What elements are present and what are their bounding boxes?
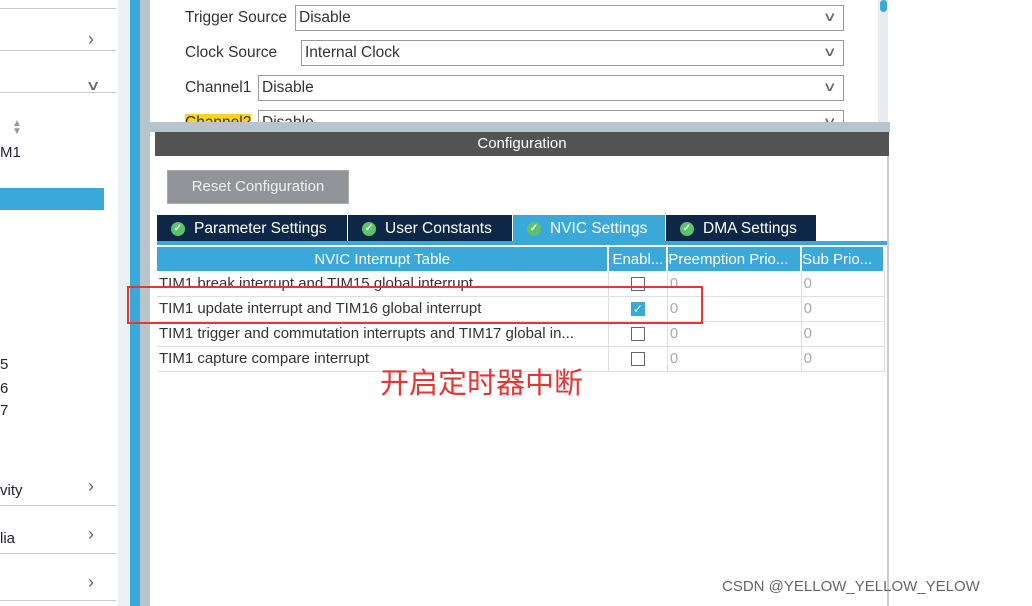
check-circle-icon: ✓ <box>362 221 376 236</box>
enabled-cell <box>608 346 668 372</box>
divider <box>0 50 116 51</box>
tab-label: DMA Settings <box>703 219 797 237</box>
sort-icon[interactable]: ▲ ▼ <box>12 119 22 137</box>
select-value: Internal Clock <box>305 44 400 61</box>
table-row[interactable]: TIM1 trigger and commutation interrupts … <box>157 321 885 347</box>
sidebar-category[interactable]: vity <box>0 482 23 499</box>
highlight-box <box>127 286 703 324</box>
clock-source-label: Clock Source <box>185 44 278 61</box>
column-header-preemption[interactable]: Preemption Prio... <box>667 247 803 271</box>
trigger-source-select[interactable]: Disable ∨ <box>295 5 844 31</box>
chevron-down-icon: ∨ <box>823 114 838 122</box>
configuration-header: Configuration <box>155 132 889 156</box>
reset-configuration-button[interactable]: Reset Configuration <box>167 170 349 204</box>
preemption-priority[interactable]: 0 <box>667 346 802 372</box>
left-sidebar: › ∨ ▲ ▼ M1 5 6 7 vity › lia › › <box>0 0 118 606</box>
trigger-source-row: Trigger Source <box>185 5 290 31</box>
channel1-select[interactable]: Disable ∨ <box>258 75 844 101</box>
channel1-row: Channel1 <box>185 75 254 101</box>
check-circle-icon: ✓ <box>171 221 185 236</box>
tab-label: User Constants <box>385 219 492 237</box>
sidebar-item-selected[interactable] <box>0 188 104 210</box>
tab-label: NVIC Settings <box>550 219 648 237</box>
tab-label: Parameter Settings <box>194 219 327 237</box>
tab-parameter-settings[interactable]: ✓ Parameter Settings <box>157 215 347 242</box>
channel2-row: Channel2 <box>185 110 254 122</box>
chevron-right-icon[interactable]: › <box>88 524 94 545</box>
tab-nvic-settings[interactable]: ✓ NVIC Settings <box>513 215 665 242</box>
channel1-label: Channel1 <box>185 79 252 96</box>
clock-source-row: Clock Source <box>185 40 280 66</box>
chevron-right-icon[interactable]: › <box>88 572 94 593</box>
select-value: Disable <box>299 9 351 26</box>
divider <box>0 553 116 554</box>
sidebar-item[interactable]: 5 <box>0 356 8 373</box>
check-circle-icon: ✓ <box>680 221 694 236</box>
sub-priority[interactable]: 0 <box>801 271 885 297</box>
sub-priority[interactable]: 0 <box>801 346 885 372</box>
divider <box>0 600 116 601</box>
trigger-source-label: Trigger Source <box>185 9 287 26</box>
chevron-right-icon[interactable]: › <box>88 476 94 497</box>
tab-user-constants[interactable]: ✓ User Constants <box>348 215 512 242</box>
column-header-interrupt[interactable]: NVIC Interrupt Table <box>157 247 610 271</box>
divider <box>0 8 116 9</box>
sidebar-item[interactable]: M1 <box>0 144 21 161</box>
check-circle-icon: ✓ <box>527 221 541 236</box>
clock-source-select[interactable]: Internal Clock ∨ <box>301 40 844 66</box>
tab-dma-settings[interactable]: ✓ DMA Settings <box>666 215 816 242</box>
sidebar-category[interactable]: lia <box>0 530 15 547</box>
channel2-select[interactable]: Disable ∨ <box>258 110 844 122</box>
chevron-down-icon: ∨ <box>823 79 838 94</box>
chevron-down-icon: ∨ <box>823 44 838 59</box>
chevron-right-icon[interactable]: › <box>88 29 94 50</box>
mode-panel: Trigger Source Disable ∨ Clock Source Int… <box>150 0 890 122</box>
enabled-cell <box>608 321 668 347</box>
panel-separator[interactable] <box>150 122 890 132</box>
scrollbar-thumb[interactable] <box>880 0 887 12</box>
sub-priority[interactable]: 0 <box>801 296 885 322</box>
sidebar-item[interactable]: 6 <box>0 380 8 397</box>
column-header-sub-priority[interactable]: Sub Prio... <box>801 247 885 271</box>
interrupt-name: TIM1 trigger and commutation interrupts … <box>157 321 609 347</box>
annotation-text: 开启定时器中断 <box>380 366 584 400</box>
enabled-checkbox[interactable] <box>630 327 645 342</box>
select-value: Disable <box>262 114 314 122</box>
column-header-enabled[interactable]: Enabl... <box>608 247 669 271</box>
enabled-checkbox[interactable] <box>630 352 645 367</box>
watermark: CSDN @YELLOW_YELLOW_YELOW <box>722 578 980 595</box>
divider <box>0 505 116 506</box>
divider <box>0 92 116 93</box>
channel2-label: Channel2 <box>185 114 252 122</box>
preemption-priority[interactable]: 0 <box>667 321 802 347</box>
tab-underline <box>157 241 887 245</box>
select-value: Disable <box>262 79 314 96</box>
config-tabs: ✓ Parameter Settings ✓ User Constants ✓ NVI… <box>157 215 817 242</box>
chevron-down-icon: ∨ <box>823 9 838 24</box>
vertical-scrollbar[interactable] <box>878 0 888 122</box>
sub-priority[interactable]: 0 <box>801 321 885 347</box>
sidebar-item[interactable]: 7 <box>0 402 8 419</box>
